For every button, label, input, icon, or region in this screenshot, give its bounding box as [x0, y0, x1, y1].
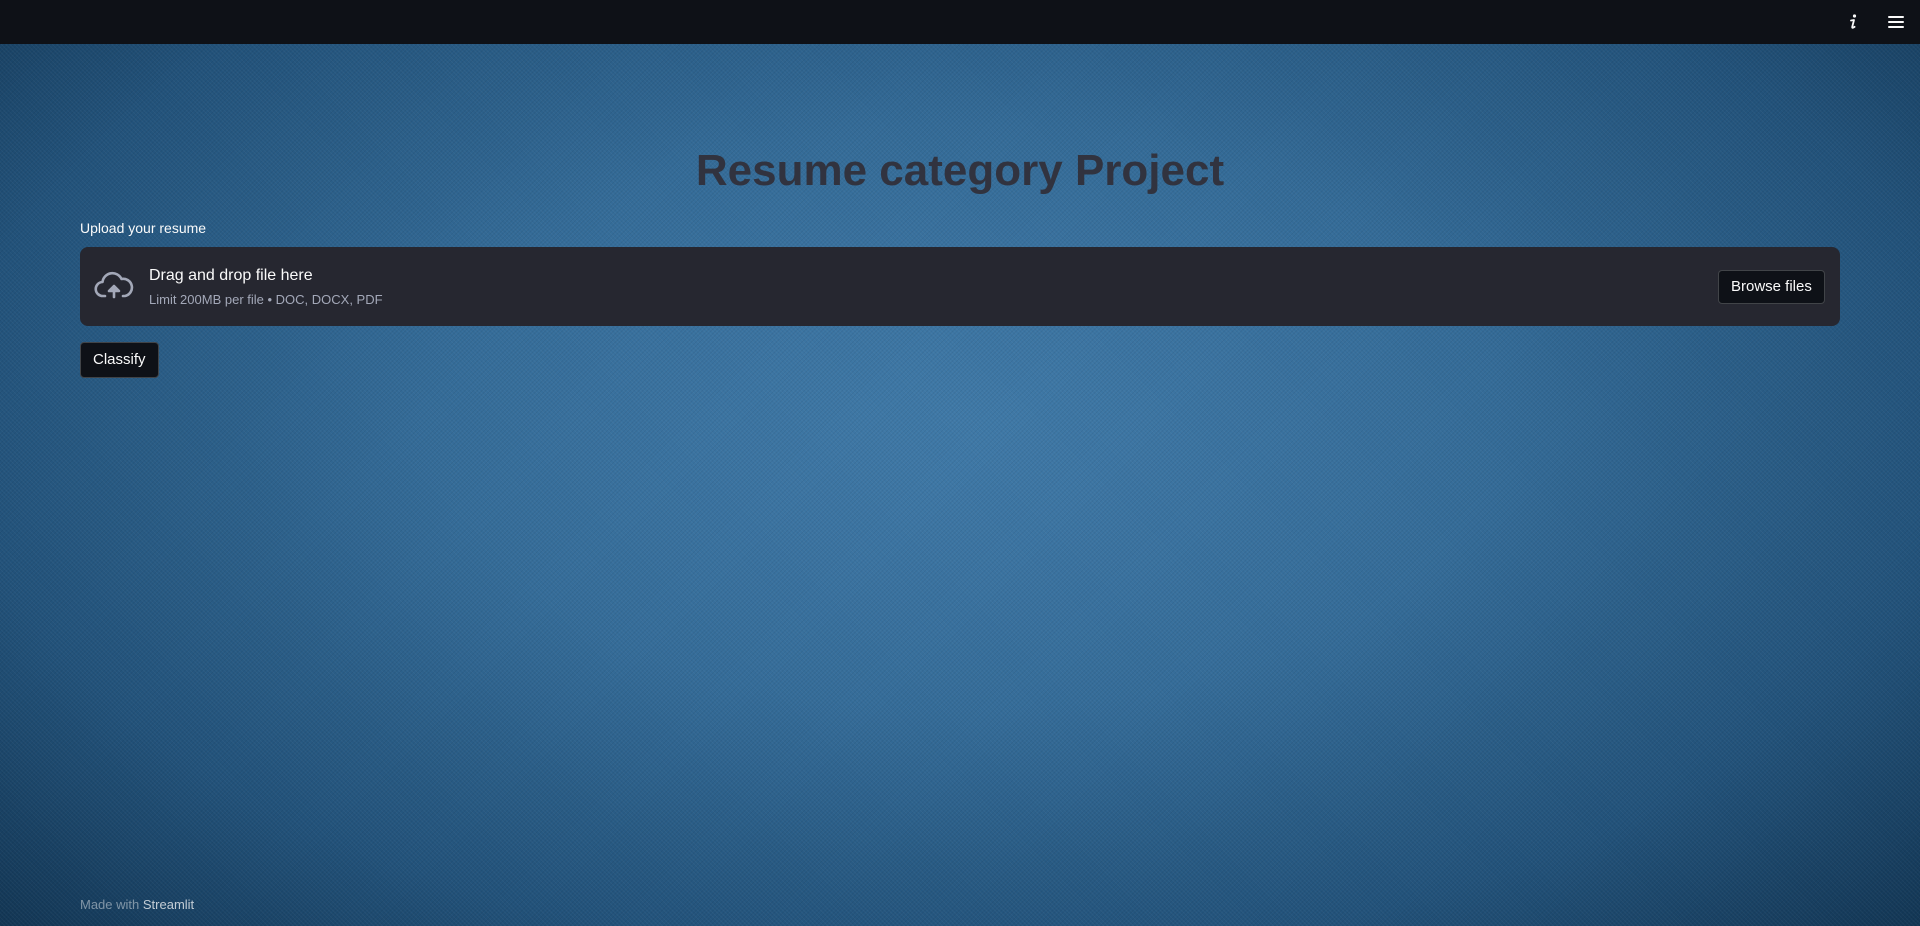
- top-header-bar: [0, 0, 1920, 44]
- classify-button[interactable]: Classify: [80, 342, 159, 378]
- file-dropzone[interactable]: Drag and drop file here Limit 200MB per …: [80, 247, 1840, 326]
- cloud-upload-icon: [94, 269, 134, 303]
- dropzone-instructions: Drag and drop file here: [149, 267, 313, 284]
- hamburger-menu-icon[interactable]: [1882, 8, 1910, 36]
- dropzone-limit-text: Limit 200MB per file • DOC, DOCX, PDF: [149, 292, 383, 307]
- upload-label: Upload your resume: [80, 220, 207, 236]
- page-title: Resume category Project: [695, 146, 1225, 195]
- streamlit-link[interactable]: Streamlit: [143, 897, 194, 912]
- footer-prefix: Made with: [80, 897, 140, 912]
- footer: Made with Streamlit: [80, 897, 194, 913]
- info-icon[interactable]: [1839, 8, 1867, 36]
- browse-files-button[interactable]: Browse files: [1718, 270, 1825, 304]
